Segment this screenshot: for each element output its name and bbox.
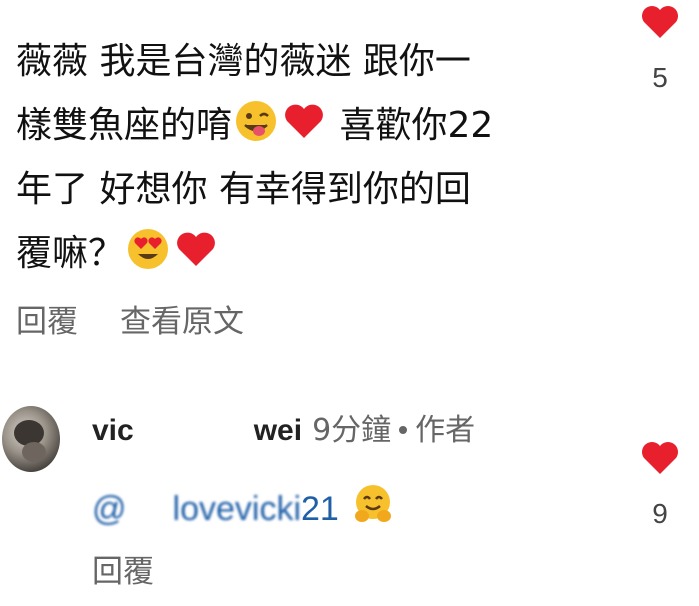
reply-header: vic wei 9分鐘 作者 [92, 405, 475, 449]
mention-prefix[interactable]: @ [92, 490, 127, 528]
reply-time: 9分鐘 [312, 413, 392, 448]
like-count: 5 [652, 62, 668, 93]
heart-eyes-emoji-icon [126, 227, 170, 271]
comment-line-2: 樣雙魚座的唷 喜歡你22 [16, 94, 586, 158]
mention-tail[interactable]: 21 [301, 490, 339, 528]
tongue-wink-emoji-icon [234, 99, 278, 143]
reply-to-reply-button[interactable]: 回覆 [92, 546, 154, 591]
username-redacted [133, 418, 254, 444]
reply-username[interactable]: vic wei [92, 414, 302, 447]
hugging-face-emoji-icon [351, 482, 395, 526]
separator-dot [399, 426, 408, 434]
avatar[interactable] [2, 406, 60, 472]
comment-line-3: 年了 好想你 有幸得到你的回 [16, 169, 471, 210]
top-edge [0, 0, 699, 14]
comment-line-4-text: 覆嘛？ [16, 233, 125, 274]
comment-line-1: 薇薇 我是台灣的薇迷 跟你一 [16, 41, 471, 82]
username-end: wei [253, 414, 303, 447]
view-original-button[interactable]: 查看原文 [120, 304, 244, 340]
reply-like-column: 9 [630, 440, 690, 530]
comment-line-4: 覆嘛？ [16, 222, 586, 286]
username-start: vic [92, 414, 134, 447]
comment-like-column: 5 [630, 4, 690, 94]
author-badge: 作者 [415, 413, 476, 448]
comment-actions: 回覆 查看原文 [16, 296, 244, 341]
reply-text: @ lovevicki21 [92, 482, 397, 529]
heart-icon[interactable] [640, 4, 680, 40]
reply-like-count: 9 [652, 498, 668, 529]
heart-icon[interactable] [640, 440, 680, 476]
mention-username[interactable]: lovevicki [173, 490, 301, 528]
reply-button[interactable]: 回覆 [16, 304, 78, 340]
comment-text: 薇薇 我是台灣的薇迷 跟你一 樣雙魚座的唷 喜歡你22 年了 好想你 有幸得到你… [16, 30, 586, 286]
comment-line-2b-text: 喜歡你22 [339, 105, 494, 146]
red-heart-emoji-icon [174, 227, 218, 271]
comment-line-2-text: 樣雙魚座的唷 [16, 105, 233, 146]
red-heart-emoji-icon [282, 99, 326, 143]
